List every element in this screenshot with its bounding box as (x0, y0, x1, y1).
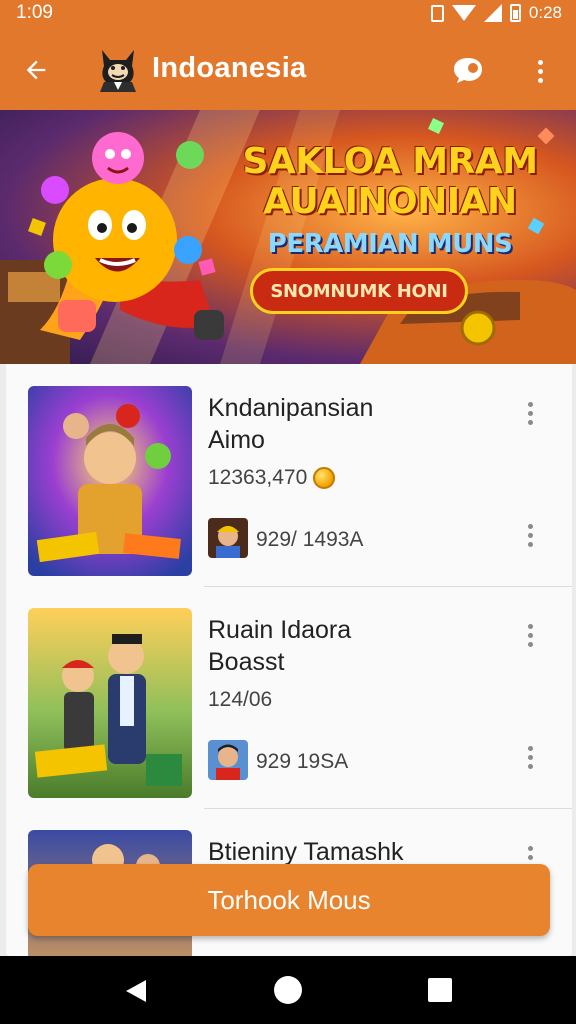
battery-icon (509, 4, 521, 22)
list-item[interactable]: Kndanipansian Aimo 12363,470 929/ 1493A (6, 364, 572, 578)
avatar (208, 740, 248, 780)
item-secondary-more-button[interactable] (518, 744, 542, 774)
item-count: 124/06 (208, 686, 272, 714)
item-count-value: 124/06 (208, 688, 273, 711)
more-vert-icon (518, 522, 542, 547)
app-title: Indoanesia (152, 52, 307, 84)
banner-line2: AUAINONIAN (263, 181, 517, 222)
banner-line1: SAKLOA MRAM (242, 141, 538, 182)
item-title: Ruain Idaora (208, 616, 352, 644)
arrow-back-icon (26, 60, 46, 80)
banner-line3: PERAMIAN MUNS (267, 229, 513, 259)
item-count-value: 12363,470 (208, 466, 308, 489)
battery-text: 0:28 (528, 3, 562, 22)
item-title: Kndanipansian (208, 394, 374, 422)
nav-recents-icon[interactable] (428, 978, 452, 1002)
game-thumbnail (28, 386, 192, 576)
list-item[interactable]: Ruain Idaora Boasst 124/06 929 19SA (6, 586, 572, 800)
status-bar: 1:09 0:28 (0, 0, 576, 28)
item-stat: 929 19SA (256, 750, 349, 773)
cell-signal-icon (483, 4, 502, 22)
game-thumbnail (28, 608, 192, 798)
system-nav-bar (0, 956, 576, 1024)
app-bar: Indoanesia (0, 28, 576, 110)
banner-cta-button[interactable]: SNOMNUMK HONI (250, 268, 468, 314)
more-options-button[interactable] (520, 52, 560, 88)
item-more-button[interactable] (518, 622, 542, 652)
app-logo (100, 50, 136, 92)
banner-headline: SAKLOA MRAM AUAINONIAN PERAMIAN MUNS (230, 142, 550, 262)
chat-button[interactable] (448, 52, 488, 88)
item-subtitle: Aimo (208, 426, 265, 454)
avatar (208, 518, 248, 558)
item-stat: 929/ 1493A (256, 528, 364, 551)
sim-card-icon (430, 4, 444, 22)
chat-bubble-icon (454, 58, 482, 83)
item-count: 12363,470 (208, 464, 336, 492)
nav-home-icon[interactable] (274, 976, 302, 1004)
coin-icon (313, 467, 336, 489)
status-time: 1:09 (16, 2, 53, 23)
item-more-button[interactable] (518, 400, 542, 430)
wifi-icon (451, 5, 476, 21)
status-icons: 0:28 (430, 3, 562, 23)
item-subtitle: Boasst (208, 648, 285, 676)
more-vert-icon (518, 400, 542, 425)
promo-banner[interactable]: SAKLOA MRAM AUAINONIAN PERAMIAN MUNS SNO… (0, 110, 576, 364)
more-vert-icon (518, 744, 542, 769)
primary-action-button[interactable]: Torhook Mous (28, 864, 550, 936)
back-button[interactable] (16, 50, 56, 90)
more-vert-icon (518, 622, 542, 647)
nav-back-icon[interactable] (120, 976, 150, 1006)
item-secondary-more-button[interactable] (518, 522, 542, 552)
more-vert-icon (537, 58, 543, 83)
